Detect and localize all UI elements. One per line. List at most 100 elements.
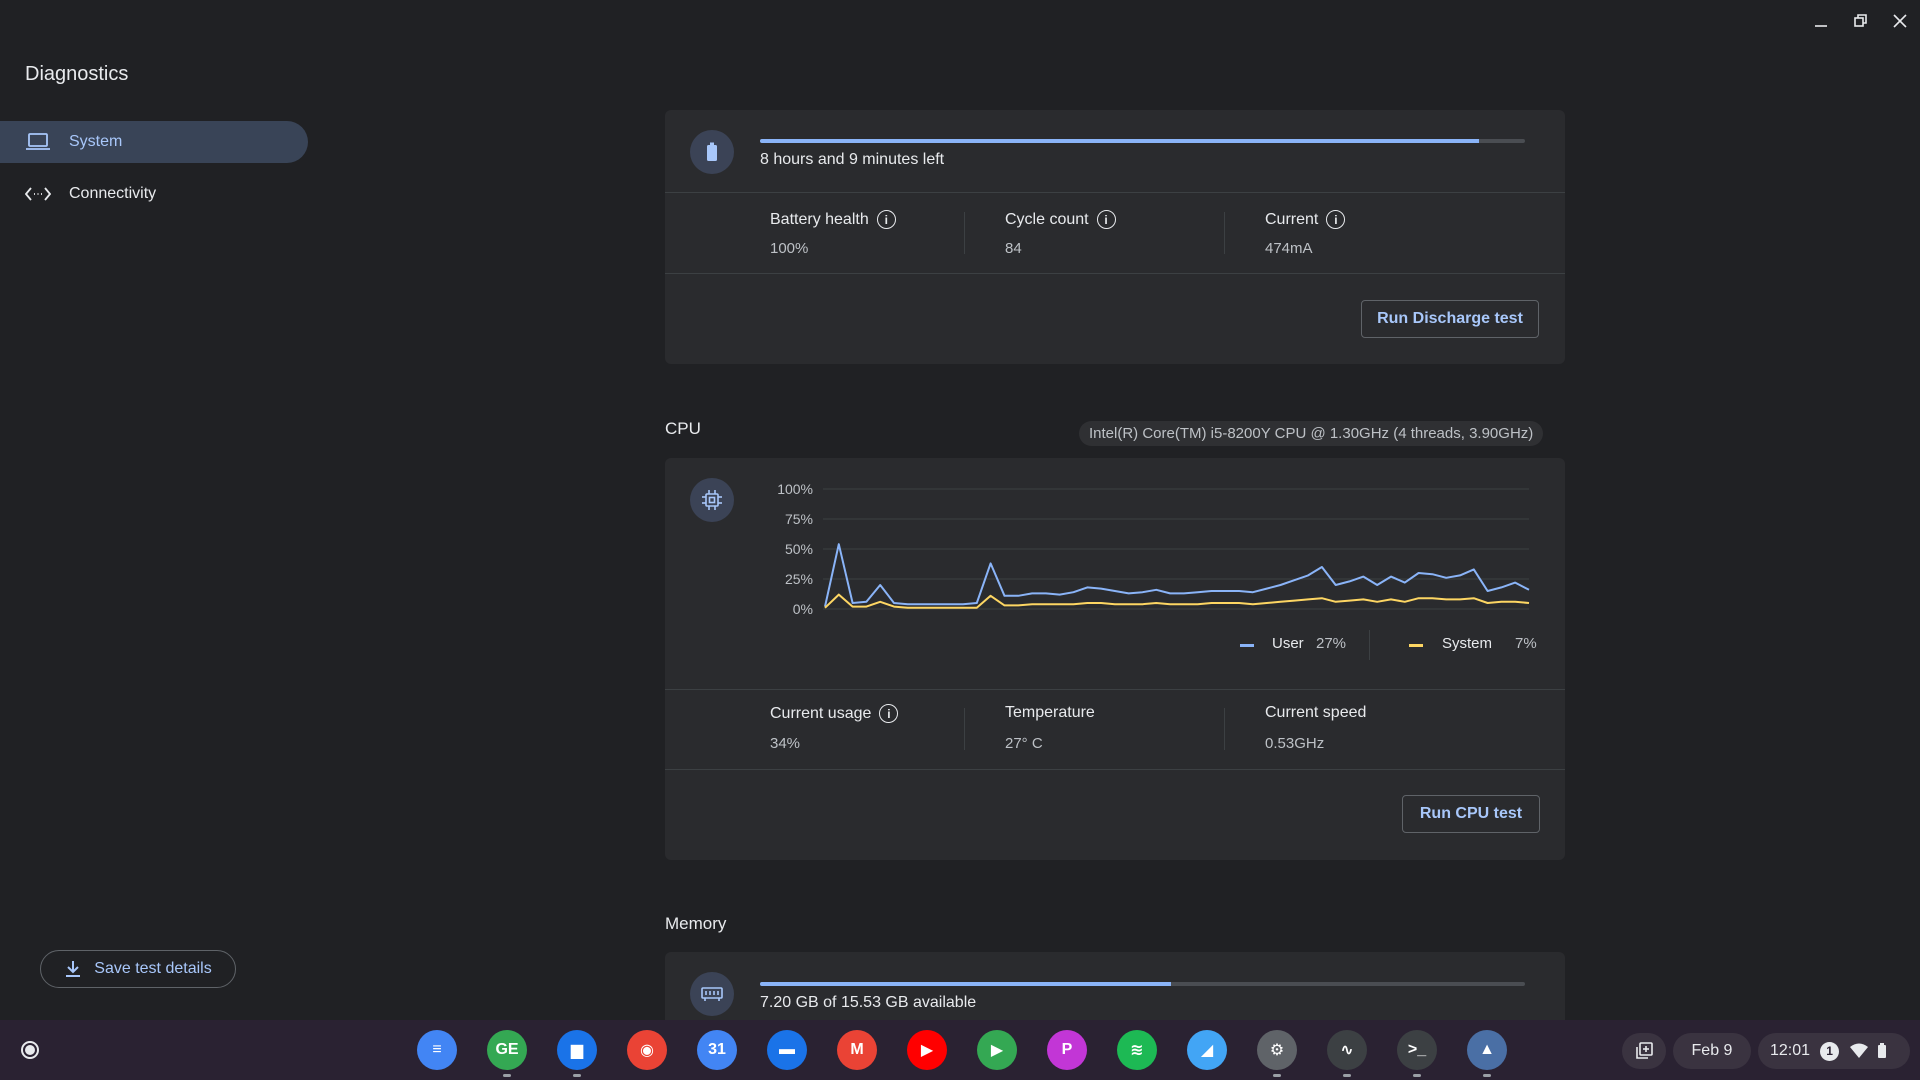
- picsart-icon: P: [1061, 1041, 1073, 1058]
- launcher-button[interactable]: [13, 1033, 47, 1067]
- current-label: Current i: [1265, 210, 1346, 229]
- desks-icon: [1636, 1042, 1653, 1059]
- flutter-icon: ◢: [1200, 1042, 1214, 1059]
- memory-available-text: 7.20 GB of 15.53 GB available: [760, 994, 977, 1011]
- info-icon[interactable]: i: [1326, 210, 1346, 229]
- shelf-app-gdrive-editor[interactable]: GE: [487, 1030, 527, 1070]
- legend-system-value: 7%: [1515, 635, 1537, 652]
- running-indicator: [1273, 1074, 1281, 1077]
- shelf-app-files[interactable]: ▆: [557, 1030, 597, 1070]
- running-indicator: [503, 1074, 511, 1077]
- current-text: Current: [1265, 210, 1319, 228]
- shelf-app-gmail[interactable]: M: [837, 1030, 877, 1070]
- memory-progress-bar: [760, 982, 1525, 986]
- y-tick-label: 75%: [785, 511, 813, 527]
- maximize-button[interactable]: [1843, 8, 1877, 34]
- sidebar-item-connectivity[interactable]: Connectivity: [0, 173, 308, 215]
- info-icon[interactable]: i: [879, 704, 899, 723]
- chat-icon: ▬: [779, 1041, 795, 1058]
- temperature-value: 27° C: [1005, 735, 1043, 752]
- settings-icon: ⚙: [1269, 1042, 1285, 1059]
- cpu-model-chip: Intel(R) Core(TM) i5-8200Y CPU @ 1.30GHz…: [1079, 421, 1544, 446]
- info-icon[interactable]: i: [1096, 210, 1116, 229]
- battery-card: 8 hours and 9 minutes left Battery healt…: [665, 110, 1565, 364]
- temperature-label: Temperature: [1005, 704, 1095, 721]
- info-icon[interactable]: i: [876, 210, 896, 229]
- chrome-icon: ◉: [640, 1042, 654, 1059]
- files-icon: ▆: [570, 1042, 584, 1059]
- minimize-button[interactable]: [1804, 8, 1838, 34]
- legend-system-swatch: [1409, 644, 1423, 647]
- shelf-app-settings[interactable]: ⚙: [1257, 1030, 1297, 1070]
- shelf-app-play-store[interactable]: ▶: [977, 1030, 1017, 1070]
- connectivity-icon: [25, 181, 51, 207]
- shelf-app-gallery[interactable]: ▲: [1467, 1030, 1507, 1070]
- y-tick-label: 50%: [785, 541, 813, 557]
- spotify-icon: ≋: [1130, 1042, 1144, 1059]
- sidebar-item-system[interactable]: System: [0, 121, 308, 163]
- close-icon: [1893, 14, 1907, 28]
- date-tray[interactable]: Feb 9: [1673, 1033, 1751, 1069]
- running-indicator: [1413, 1074, 1421, 1077]
- y-tick-label: 0%: [793, 601, 813, 617]
- cycle-count-label: Cycle count i: [1005, 210, 1116, 229]
- y-tick-label: 100%: [777, 481, 813, 497]
- shelf-app-chat[interactable]: ▬: [767, 1030, 807, 1070]
- gmail-icon: M: [850, 1041, 864, 1058]
- sidebar-item-label: Connectivity: [69, 185, 157, 202]
- gallery-icon: ▲: [1479, 1041, 1495, 1058]
- memory-icon: [690, 972, 734, 1016]
- launcher-icon: [21, 1041, 39, 1059]
- shelf-app-flutter[interactable]: ◢: [1187, 1030, 1227, 1070]
- save-button-label: Save test details: [94, 960, 212, 977]
- play-store-icon: ▶: [990, 1042, 1004, 1059]
- save-test-details-button[interactable]: Save test details: [40, 950, 236, 988]
- memory-section-title: Memory: [665, 914, 727, 933]
- shelf-app-docs[interactable]: ≡: [417, 1030, 457, 1070]
- current-speed-value: 0.53GHz: [1265, 735, 1325, 752]
- battery-health-text: Battery health: [770, 210, 869, 228]
- current-speed-label: Current speed: [1265, 704, 1367, 721]
- download-icon: [66, 961, 81, 977]
- clock-time: 12:01: [1770, 1042, 1811, 1059]
- cpu-usage-chart: 100% 75% 50% 25% 0%: [777, 481, 1530, 617]
- legend-system-label: System: [1442, 635, 1493, 652]
- youtube-icon: ▶: [920, 1042, 934, 1059]
- shelf-app-youtube[interactable]: ▶: [907, 1030, 947, 1070]
- shelf-app-terminal[interactable]: >_: [1397, 1030, 1437, 1070]
- battery-health-value: 100%: [770, 240, 809, 257]
- close-button[interactable]: [1883, 8, 1917, 34]
- gdrive-editor-icon: GE: [495, 1041, 519, 1058]
- cpu-card: 100% 75% 50% 25% 0% User 27% System 7% Curre…: [665, 458, 1565, 860]
- series-line-system: [824, 593, 1530, 609]
- running-indicator: [573, 1074, 581, 1077]
- docs-icon: ≡: [432, 1041, 442, 1058]
- battery-time-left: 8 hours and 9 minutes left: [760, 151, 945, 168]
- current-usage-value: 34%: [770, 735, 801, 752]
- current-value: 474mA: [1265, 240, 1313, 257]
- sidebar-item-label: System: [69, 133, 123, 150]
- y-tick-label: 25%: [785, 571, 813, 587]
- cycle-count-value: 84: [1005, 240, 1022, 257]
- memory-card: 7.20 GB of 15.53 GB available: [665, 952, 1565, 1020]
- run-cpu-test-button[interactable]: Run CPU test: [1402, 795, 1540, 833]
- battery-status-icon: [1878, 1043, 1887, 1058]
- restore-icon: [1854, 14, 1867, 27]
- shelf-app-spotify[interactable]: ≋: [1117, 1030, 1157, 1070]
- running-indicator: [1343, 1074, 1351, 1077]
- legend-user-value: 27%: [1316, 635, 1347, 652]
- shelf-app-picsart[interactable]: P: [1047, 1030, 1087, 1070]
- cycle-count-text: Cycle count: [1005, 210, 1089, 228]
- status-tray[interactable]: 12:01 1: [1758, 1033, 1910, 1069]
- run-discharge-test-button[interactable]: Run Discharge test: [1361, 300, 1539, 338]
- app-title: Diagnostics: [25, 63, 129, 85]
- shelf-app-calendar[interactable]: 31: [697, 1030, 737, 1070]
- shelf-app-diagnostics[interactable]: ∿: [1327, 1030, 1367, 1070]
- battery-health-label: Battery health i: [770, 210, 896, 229]
- current-usage-label: Current usage i: [770, 704, 899, 723]
- terminal-icon: >_: [1407, 1041, 1427, 1058]
- shelf-app-chrome[interactable]: ◉: [627, 1030, 667, 1070]
- diagnostics-icon: ∿: [1340, 1042, 1354, 1059]
- virtual-desks-button[interactable]: [1622, 1033, 1666, 1069]
- calendar-icon: 31: [708, 1041, 726, 1058]
